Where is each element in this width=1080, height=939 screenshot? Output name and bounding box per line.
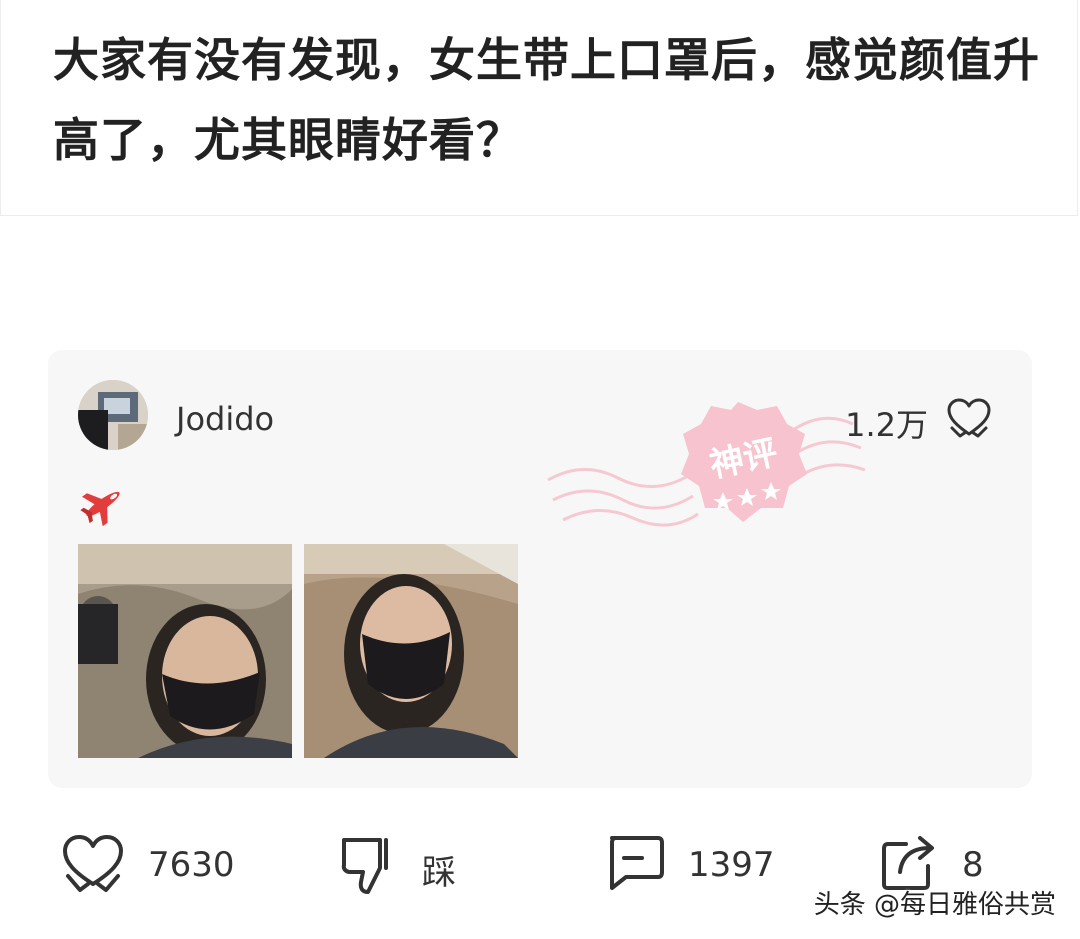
- share-count: 8: [962, 845, 984, 885]
- airplane-emoji-icon: [80, 491, 120, 526]
- comment-photo-2[interactable]: [304, 544, 518, 758]
- heart-hands-icon[interactable]: [946, 398, 992, 442]
- comment-photo-1[interactable]: [78, 544, 292, 758]
- top-comment-badge: 神评: [547, 402, 866, 527]
- comment-username[interactable]: Jodido: [176, 400, 274, 438]
- dislike-label[interactable]: 踩: [422, 845, 456, 894]
- comment-count: 1397: [688, 845, 775, 885]
- like-count: 7630: [148, 845, 235, 885]
- thumbs-down-icon[interactable]: [340, 834, 398, 896]
- heart-hands-icon[interactable]: [60, 834, 126, 896]
- watermark: 头条 @每日雅俗共赏: [813, 890, 1056, 920]
- comment-like-count: 1.2万: [845, 406, 928, 444]
- post-title-card: 大家有没有发现，女生带上口罩后，感觉颜值升高了，尤其眼睛好看？: [0, 0, 1078, 216]
- comment-icon[interactable]: [604, 834, 666, 892]
- post-title: 大家有没有发现，女生带上口罩后，感觉颜值升高了，尤其眼睛好看？: [53, 33, 1040, 167]
- featured-comment-card[interactable]: Jodido 神评 1.2万: [48, 350, 1032, 788]
- avatar[interactable]: [78, 380, 148, 450]
